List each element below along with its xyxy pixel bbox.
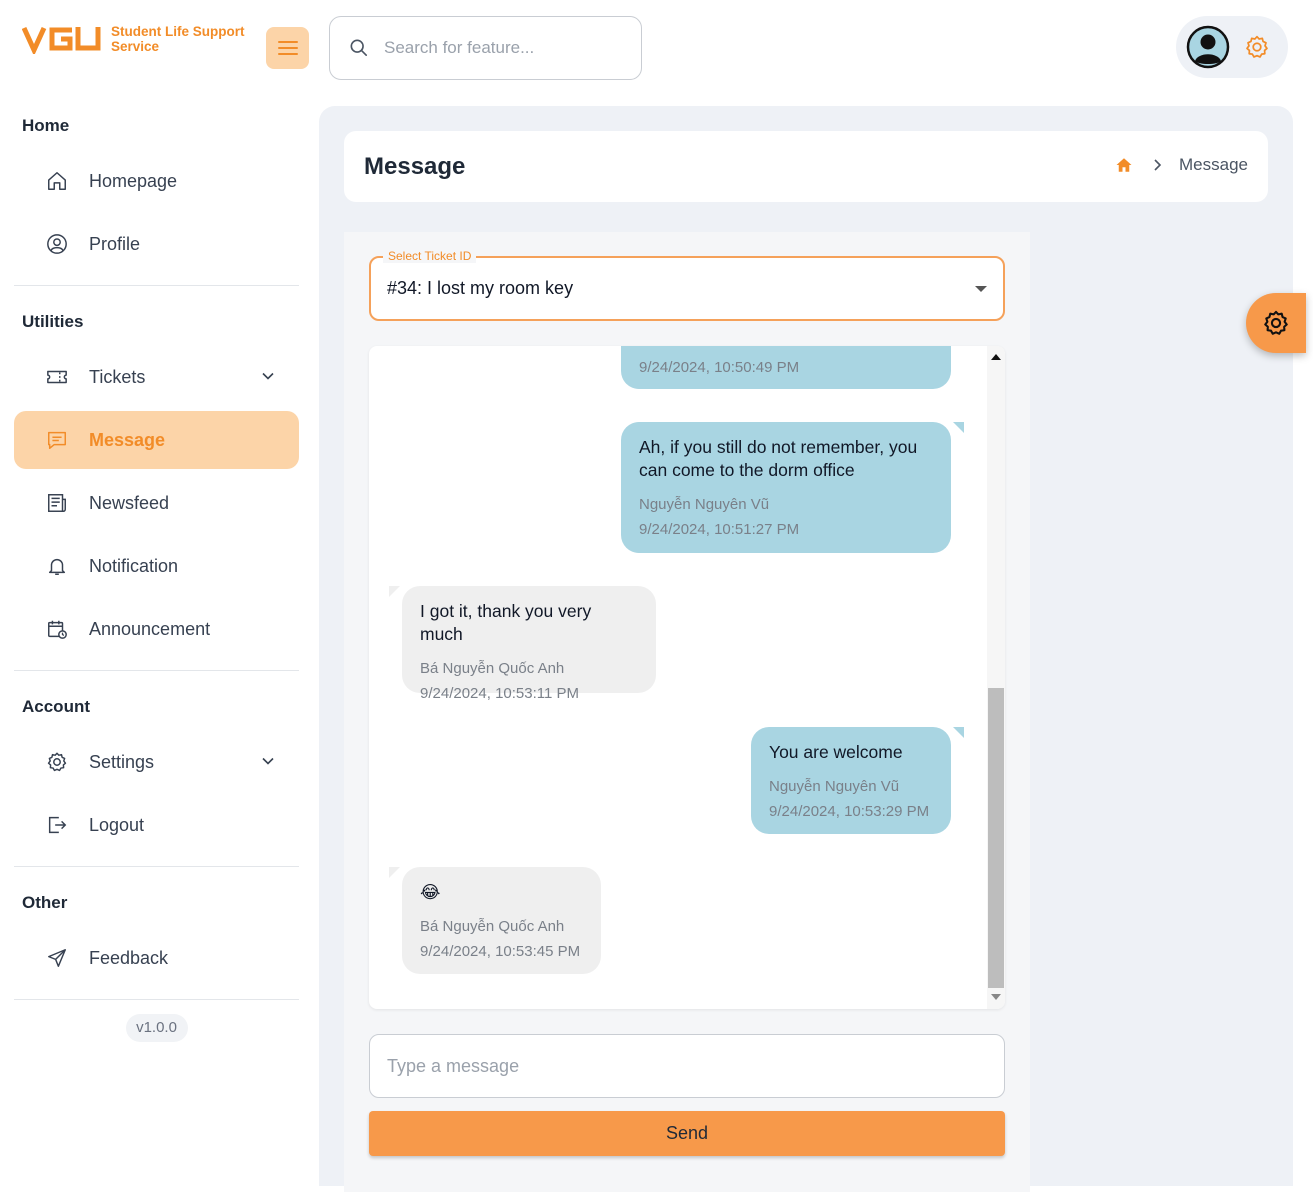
sidebar-item-label: Feedback [89, 947, 169, 968]
section-title-account: Account [22, 697, 90, 716]
send-icon [48, 949, 66, 967]
section-title-home: Home [22, 116, 70, 135]
sidebar-divider [14, 999, 299, 1000]
breadcrumb-current: Message [1179, 155, 1248, 174]
message-text: You are welcome [769, 742, 903, 762]
sidebar-item-tickets[interactable]: Tickets [14, 348, 299, 406]
main-content: Message Message Select Ticket ID #34: I … [319, 106, 1293, 1192]
sidebar-item-label: Profile [89, 233, 141, 254]
bubble-tail [953, 422, 964, 433]
section-title-utilities: Utilities [22, 312, 84, 331]
search-icon [350, 39, 368, 57]
gear-icon [1264, 310, 1288, 335]
sidebar-item-label: Settings [89, 751, 155, 772]
message-sender: Nguyễn Nguyên Vũ [639, 496, 770, 513]
message-bubble-outgoing: Ah, if you still do not remember, you ca… [621, 422, 951, 553]
page-title: Message [364, 152, 466, 180]
sidebar-item-label: Newsfeed [89, 492, 170, 513]
chevron-down-icon[interactable] [261, 754, 275, 768]
app-logo[interactable]: Student Life Support Service [22, 24, 261, 54]
calendar-clock-icon [48, 620, 67, 639]
scroll-down-arrow-icon[interactable] [991, 994, 1001, 1000]
sidebar-item-logout[interactable]: Logout [14, 796, 299, 854]
send-button[interactable]: Send [369, 1111, 1005, 1156]
message-time: 9/24/2024, 10:50:49 PM [639, 359, 800, 376]
sidebar-item-notification[interactable]: Notification [14, 537, 299, 595]
sidebar-item-message[interactable]: Message [14, 411, 299, 469]
sidebar-item-newsfeed[interactable]: Newsfeed [14, 474, 299, 532]
message-time: 9/24/2024, 10:51:27 PM [639, 521, 800, 538]
message-bubble-incoming: I got it, thank you very much Bá Nguyễn … [402, 586, 656, 702]
chevron-down-icon[interactable] [261, 369, 275, 383]
hamburger-icon [277, 41, 298, 55]
sidebar-item-announcement[interactable]: Announcement [14, 600, 299, 658]
ticket-icon [47, 370, 67, 384]
message-time: 9/24/2024, 10:53:11 PM [420, 685, 580, 702]
section-title-other: Other [22, 893, 68, 912]
chat-scrollbar[interactable] [987, 346, 1005, 1009]
sidebar-divider [14, 285, 299, 286]
sidebar-item-label: Homepage [89, 170, 178, 191]
sidebar-item-settings[interactable]: Settings [14, 733, 299, 791]
sidebar: Home Homepage Profile Utilities Tickets … [14, 100, 299, 1042]
bubble-tail [953, 727, 964, 738]
sidebar-item-feedback[interactable]: Feedback [14, 929, 299, 987]
message-bubble-outgoing: 9/24/2024, 10:50:49 PM [621, 346, 951, 389]
message-time: 9/24/2024, 10:53:29 PM [769, 803, 930, 820]
menu-toggle-button[interactable] [266, 27, 309, 69]
user-circle-icon [47, 234, 67, 254]
search-input[interactable] [384, 38, 614, 58]
user-menu[interactable] [1176, 16, 1288, 78]
chevron-right-icon [1154, 159, 1162, 171]
breadcrumb: Message [1115, 155, 1248, 175]
service-name: Student Life Support Service [111, 24, 245, 54]
message-bubble-outgoing: You are welcome Nguyễn Nguyên Vũ 9/24/20… [751, 727, 951, 834]
message-sender: Bá Nguyễn Quốc Anh [420, 660, 565, 677]
bubble-tail [389, 867, 400, 878]
gear-icon [47, 752, 67, 772]
message-sender: Bá Nguyễn Quốc Anh [420, 918, 565, 935]
sidebar-divider [14, 670, 299, 671]
ticket-select[interactable]: Select Ticket ID #34: I lost my room key [369, 249, 1005, 321]
sidebar-item-label: Announcement [89, 618, 211, 639]
sidebar-item-homepage[interactable]: Homepage [14, 152, 299, 210]
sidebar-item-label: Notification [89, 555, 179, 576]
message-list[interactable]: 9/24/2024, 10:50:49 PM Ah, if you still … [369, 346, 1005, 1009]
message-bubble-incoming: 😂 Bá Nguyễn Quốc Anh 9/24/2024, 10:53:45… [402, 867, 601, 974]
ticket-select-label: Select Ticket ID [383, 249, 477, 263]
caret-down-icon[interactable] [974, 285, 988, 293]
settings-gear-icon[interactable] [1244, 34, 1270, 60]
message-text: I got it, thank you very much [420, 601, 592, 644]
ticket-select-value: #34: I lost my room key [387, 278, 574, 298]
search-box[interactable] [329, 16, 642, 80]
message-icon [48, 431, 66, 449]
bell-icon [48, 558, 66, 575]
bubble-tail [389, 586, 400, 597]
chat-card: Select Ticket ID #34: I lost my room key… [344, 232, 1030, 1192]
version-badge: v1.0.0 [125, 1014, 188, 1042]
vgu-logo-icon [22, 26, 101, 54]
message-sender: Nguyễn Nguyên Vũ [769, 778, 900, 795]
avatar-icon[interactable] [1186, 25, 1230, 69]
message-text: 😂 [420, 882, 441, 902]
theme-settings-button[interactable] [1246, 293, 1306, 353]
message-sender [639, 346, 933, 355]
message-input[interactable] [369, 1034, 1005, 1098]
newspaper-icon [48, 494, 66, 512]
home-icon[interactable] [1115, 156, 1133, 174]
sidebar-item-profile[interactable]: Profile [14, 215, 299, 273]
message-time: 9/24/2024, 10:53:45 PM [420, 943, 581, 960]
scroll-up-arrow-icon[interactable] [991, 354, 1001, 360]
message-text: Ah, if you still do not remember, you ca… [639, 437, 918, 480]
sidebar-item-label: Tickets [89, 366, 146, 387]
scrollbar-thumb[interactable] [988, 688, 1004, 988]
page-header: Message Message [344, 131, 1268, 202]
sidebar-item-label: Message [89, 429, 166, 450]
home-icon [48, 172, 66, 190]
sidebar-item-label: Logout [89, 814, 145, 835]
sidebar-divider [14, 866, 299, 867]
logout-icon [48, 816, 67, 834]
